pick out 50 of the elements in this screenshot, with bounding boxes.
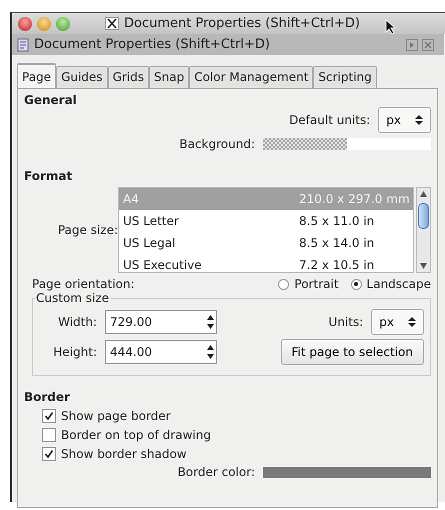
- checkbox-option[interactable]: Border on top of drawing: [42, 428, 431, 442]
- border-color-swatch[interactable]: [263, 466, 431, 478]
- dock-icon[interactable]: [406, 38, 418, 50]
- checkbox-option[interactable]: Show border shadow: [42, 447, 431, 461]
- x-logo-icon: [105, 17, 119, 30]
- tab[interactable]: Page: [17, 63, 56, 88]
- tab[interactable]: Color Management: [189, 66, 314, 88]
- field-label: Border color:: [178, 465, 255, 479]
- window-title: Document Properties (Shift+Ctrl+D): [124, 16, 360, 31]
- scroll-up-arrow-icon[interactable]: [420, 191, 427, 197]
- spinner-arrows-icon: [415, 115, 423, 125]
- maximize-button[interactable]: [56, 16, 70, 30]
- tab[interactable]: Snap: [149, 66, 190, 88]
- scrollbar[interactable]: [416, 187, 431, 273]
- list-item[interactable]: US Letter 8.5 x 11.0 in: [119, 210, 413, 232]
- field-label: Default units:: [289, 113, 370, 127]
- scrollbar-thumb[interactable]: [418, 203, 429, 229]
- document-icon: [16, 38, 30, 52]
- radio-option[interactable]: Landscape: [350, 277, 431, 291]
- checkmark-icon: [44, 449, 54, 459]
- field-label: Width:: [57, 315, 97, 329]
- close-button[interactable]: [18, 16, 32, 30]
- spinner-arrows-icon: [408, 317, 416, 327]
- mouse-pointer-icon: [384, 18, 397, 34]
- field-label: Page size:: [56, 223, 118, 237]
- field-label: Units:: [328, 315, 364, 329]
- tab[interactable]: Grids: [108, 66, 149, 88]
- tab[interactable]: Guides: [56, 66, 108, 88]
- section-heading: General: [24, 93, 78, 107]
- list-item[interactable]: US Legal 8.5 x 14.0 in: [119, 232, 413, 254]
- section-heading: Border: [24, 390, 71, 404]
- tab[interactable]: Scripting: [313, 66, 377, 88]
- units-dropdown[interactable]: px: [378, 107, 431, 133]
- height-field[interactable]: 444.00: [105, 340, 217, 364]
- group-title: Custom size: [35, 291, 110, 305]
- checkbox-option[interactable]: Show page border: [42, 409, 431, 423]
- section-heading: Format: [24, 169, 74, 183]
- scroll-down-arrow-icon[interactable]: [420, 263, 427, 269]
- field-label: Background:: [179, 137, 255, 151]
- checkmark-icon: [44, 411, 54, 421]
- fit-page-button[interactable]: Fit page to selection: [280, 339, 424, 365]
- field-label: Height:: [52, 345, 97, 359]
- background-color-swatch[interactable]: [263, 138, 431, 150]
- dialog-title: Document Properties (Shift+Ctrl+D): [34, 37, 270, 52]
- width-field[interactable]: 729.00: [105, 310, 217, 334]
- close-icon[interactable]: [422, 38, 434, 50]
- list-item[interactable]: US Executive 7.2 x 10.5 in: [119, 254, 413, 272]
- field-label: Page orientation:: [32, 277, 135, 291]
- units-dropdown[interactable]: px: [371, 309, 424, 335]
- radio-option[interactable]: Portrait: [278, 277, 339, 291]
